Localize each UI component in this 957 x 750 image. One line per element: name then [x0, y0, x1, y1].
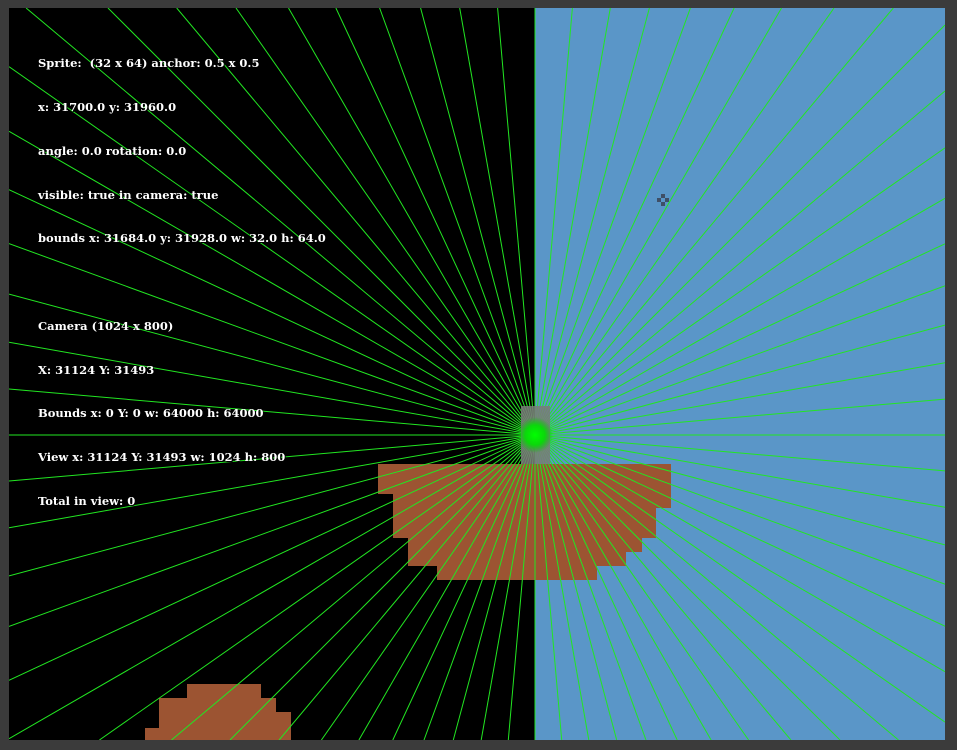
- debug-sprite-line: bounds x: 31684.0 y: 31928.0 w: 32.0 h: …: [38, 231, 326, 246]
- debug-camera-line: View x: 31124 Y: 31493 w: 1024 h: 800: [38, 450, 286, 465]
- game-canvas[interactable]: Sprite: (32 x 64) anchor: 0.5 x 0.5 x: 3…: [9, 8, 945, 740]
- debug-spacer: [38, 275, 326, 290]
- debug-info-overlay: Sprite: (32 x 64) anchor: 0.5 x 0.5 x: 3…: [38, 27, 326, 538]
- debug-camera-line: Bounds x: 0 Y: 0 w: 64000 h: 64000: [38, 406, 264, 421]
- debug-sprite-line: visible: true in camera: true: [38, 187, 219, 202]
- player-sprite: [517, 406, 553, 464]
- debug-camera-line: Camera (1024 x 800): [38, 318, 174, 333]
- player-glow: [517, 417, 553, 453]
- debug-camera-line: X: 31124 Y: 31493: [38, 362, 155, 377]
- window-frame: Sprite: (32 x 64) anchor: 0.5 x 0.5 x: 3…: [0, 0, 957, 750]
- debug-sprite-line: Sprite: (32 x 64) anchor: 0.5 x 0.5: [38, 56, 260, 71]
- debug-sprite-line: angle: 0.0 rotation: 0.0: [38, 143, 187, 158]
- debug-sprite-line: x: 31700.0 y: 31960.0: [38, 99, 177, 114]
- debug-camera-line: Total in view: 0: [38, 494, 136, 508]
